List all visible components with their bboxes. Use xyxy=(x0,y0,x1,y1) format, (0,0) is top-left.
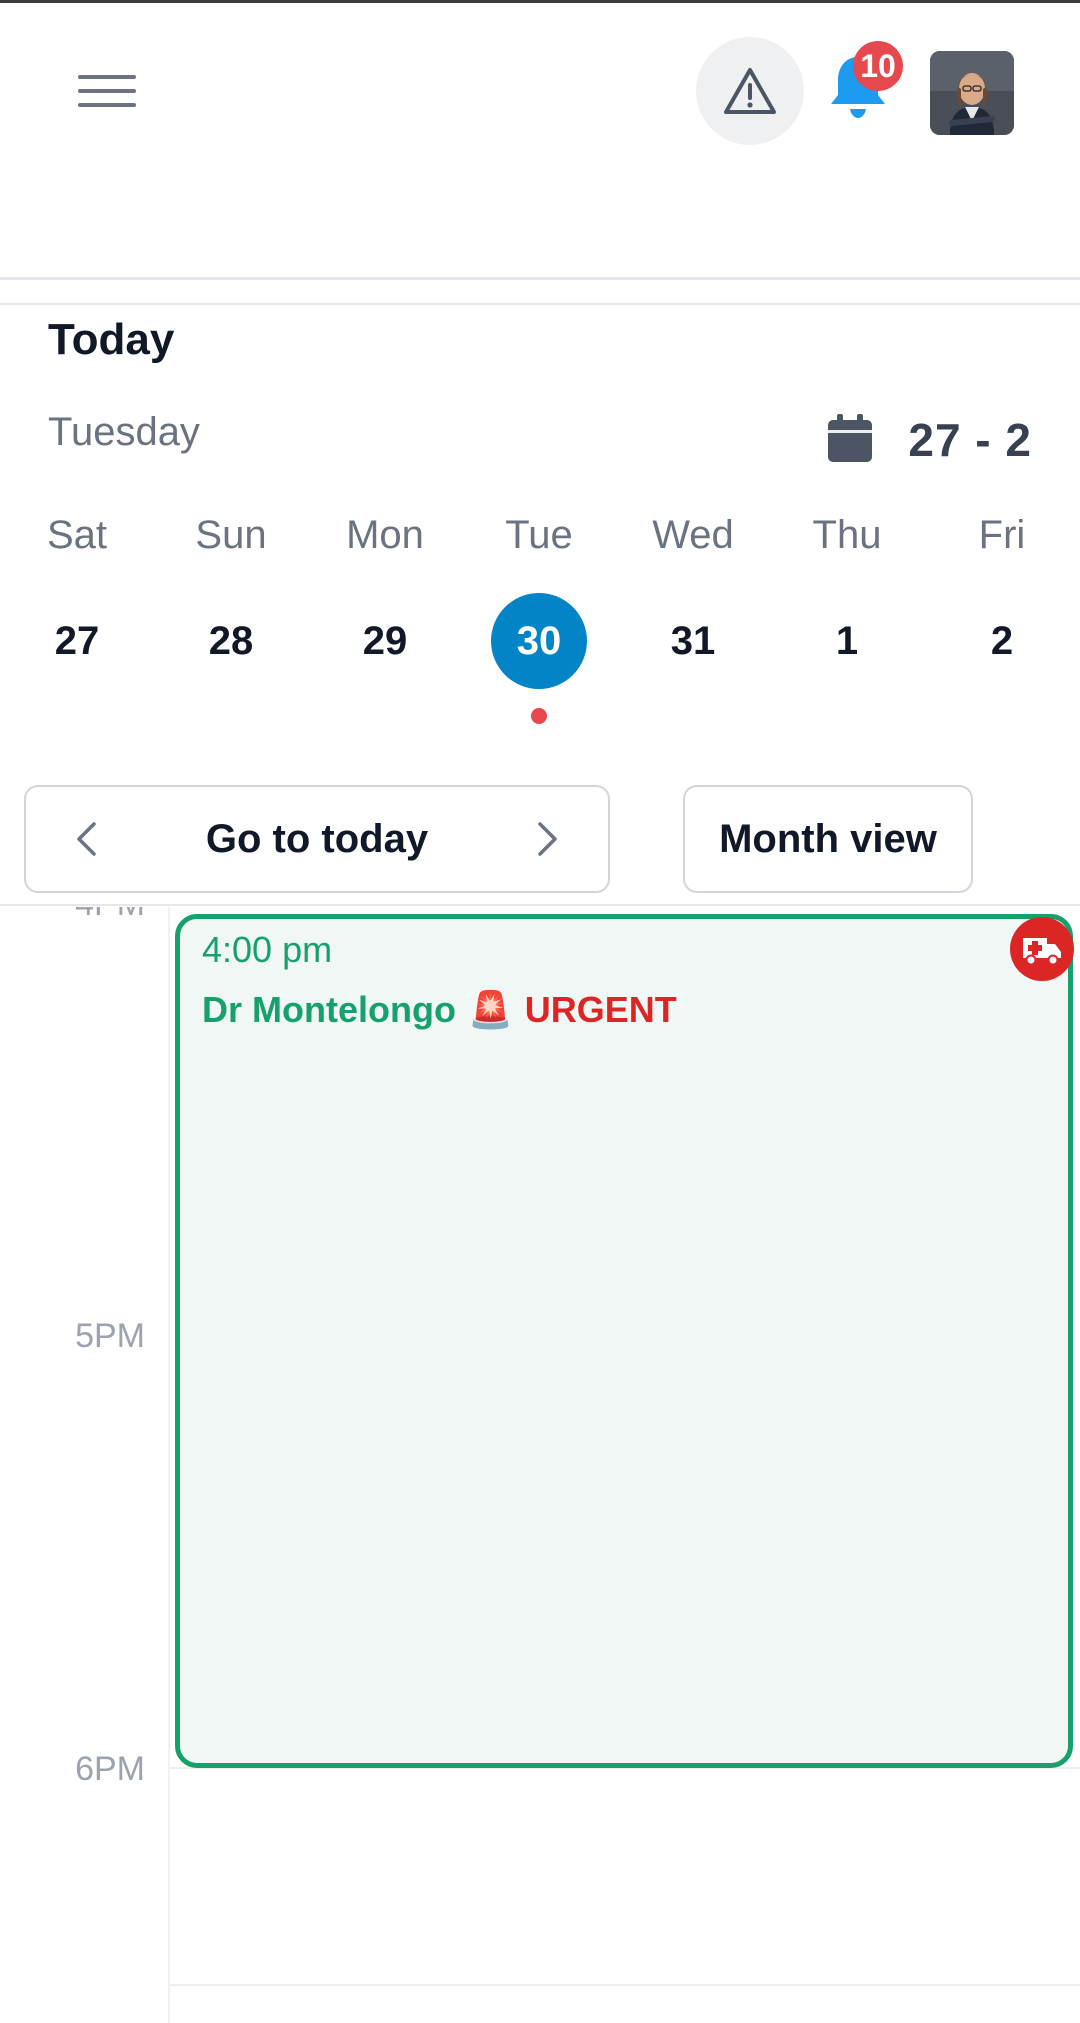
appointment-title: Dr Montelongo 🚨 URGENT xyxy=(202,989,677,1031)
week-days: Sat 27 Sun 28 Mon 29 Tue 30 Wed 31 Thu 1… xyxy=(0,513,1080,724)
day-name: Mon xyxy=(346,513,424,557)
day-timeline: 4PM 5PM 6PM 4:00 pm Dr Montelongo 🚨 URGE… xyxy=(0,907,1080,2023)
appointment-card[interactable]: 4:00 pm Dr Montelongo 🚨 URGENT xyxy=(175,914,1074,1768)
hour-label: 5PM xyxy=(75,1317,145,1355)
event-indicator-dot xyxy=(531,708,547,724)
urgent-label: URGENT xyxy=(524,989,677,1030)
ambulance-icon xyxy=(1010,917,1074,981)
weekday-label: Tuesday xyxy=(48,410,200,454)
hour-label: 4PM xyxy=(0,907,145,924)
day-number: 29 xyxy=(362,618,408,663)
day-wed[interactable]: Wed 31 xyxy=(628,513,758,713)
calendar-screen: 10 Today Tuesday 27 - 2 Sat 27 Sun 28 Mo… xyxy=(0,0,1080,2023)
day-number: 31 xyxy=(670,618,716,663)
day-number: 2 xyxy=(990,618,1014,663)
day-number-selected: 30 xyxy=(491,593,587,689)
siren-emoji: 🚨 xyxy=(467,989,513,1030)
day-number: 27 xyxy=(54,618,100,663)
menu-icon[interactable] xyxy=(70,63,146,119)
day-name: Sat xyxy=(46,513,108,557)
day-number: 28 xyxy=(208,618,254,663)
header-divider xyxy=(0,277,1080,280)
date-range-picker[interactable]: 27 - 2 xyxy=(828,413,1032,467)
day-sun[interactable]: Sun 28 xyxy=(166,513,296,713)
chevron-right-icon[interactable] xyxy=(528,819,568,859)
calendar-nav: Go to today Month view xyxy=(0,773,1080,906)
appointment-time: 4:00 pm xyxy=(202,929,333,970)
warning-icon[interactable] xyxy=(696,37,804,145)
day-tue[interactable]: Tue 30 xyxy=(474,513,604,724)
day-name: Sun xyxy=(195,513,267,557)
page-title: Today xyxy=(48,315,175,364)
day-name: Thu xyxy=(812,513,882,557)
app-header: 10 xyxy=(0,3,1080,278)
month-view-button[interactable]: Month view xyxy=(683,785,973,893)
time-axis-line xyxy=(168,907,170,2023)
notification-badge: 10 xyxy=(853,41,903,91)
doctor-name: Dr Montelongo xyxy=(202,989,456,1030)
avatar[interactable] xyxy=(930,51,1014,135)
chevron-left-icon[interactable] xyxy=(66,819,106,859)
day-name: Fri xyxy=(978,513,1026,557)
day-mon[interactable]: Mon 29 xyxy=(320,513,450,713)
day-number: 1 xyxy=(835,618,859,663)
date-range-label: 27 - 2 xyxy=(908,414,1032,466)
go-to-today-control: Go to today xyxy=(24,785,610,893)
hour-gridline xyxy=(170,1984,1080,1986)
week-calendar: Today Tuesday 27 - 2 Sat 27 Sun 28 Mon 2… xyxy=(0,303,1080,773)
day-name: Tue xyxy=(505,513,573,557)
day-name: Wed xyxy=(652,513,734,557)
day-sat[interactable]: Sat 27 xyxy=(12,513,142,713)
go-to-today-button[interactable]: Go to today xyxy=(206,817,428,862)
day-thu[interactable]: Thu 1 xyxy=(782,513,912,713)
calendar-icon xyxy=(828,413,873,467)
day-fri[interactable]: Fri 2 xyxy=(937,513,1067,713)
hour-label: 6PM xyxy=(75,1750,145,1788)
